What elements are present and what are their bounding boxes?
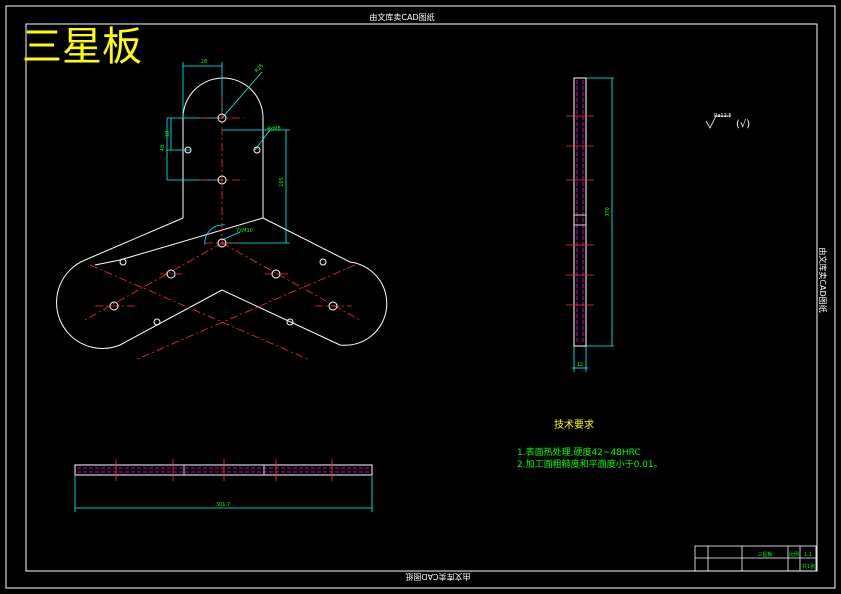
dim-radius-top: R28 — [254, 63, 265, 74]
outer-frame — [5, 5, 836, 589]
dim-center: 7xM10 — [236, 228, 253, 234]
title-block-scale: 1:1 — [804, 552, 812, 558]
dimension-lines — [74, 62, 614, 512]
center-lines — [84, 95, 361, 361]
inner-frame — [25, 23, 818, 572]
dim-bottom-length: 301.7 — [216, 502, 230, 508]
holes — [109, 113, 338, 326]
dim-left-small: 18 — [165, 131, 171, 137]
tech-req-title: 技术要求 — [554, 418, 594, 431]
dim-side-height: 370 — [605, 207, 611, 217]
dim-top-width: 28 — [201, 59, 207, 65]
tech-req-line2: 2.加工面粗糙度和平面度小于0.01。 — [517, 458, 663, 470]
frame-text-right: 由文库卖CAD图纸 — [818, 247, 828, 312]
drawing-title: 三星板 — [22, 24, 142, 70]
title-block-sheet: 共1张 — [802, 563, 815, 570]
frame-text-top: 由文库卖CAD图纸 — [369, 12, 434, 22]
dim-hole-small: 4xM8 — [267, 126, 281, 132]
roughness-mark: (√) — [736, 119, 750, 130]
dim-side-width: 12 — [577, 362, 583, 368]
cad-drawing-canvas[interactable]: 由文库卖CAD图纸 由文库卖CAD图纸 由文库卖CAD图纸 三星板 28 R28… — [0, 0, 841, 594]
roughness-value: Ra12.5 — [714, 113, 732, 119]
roughness-symbol: Ra12.5 (√) — [705, 113, 750, 130]
title-block — [694, 545, 817, 572]
tech-req-line1: 1.表面热处理,硬度42~48HRC — [517, 446, 641, 458]
dim-left-big: 48 — [160, 145, 166, 151]
title-block-label-b: 比例 — [789, 551, 799, 558]
dim-vertical: 165 — [279, 177, 285, 187]
bottom-view — [74, 459, 373, 481]
title-block-label-a: 三星板 — [757, 551, 772, 558]
frame-text-bottom: 由文库卖CAD图纸 — [405, 572, 470, 582]
